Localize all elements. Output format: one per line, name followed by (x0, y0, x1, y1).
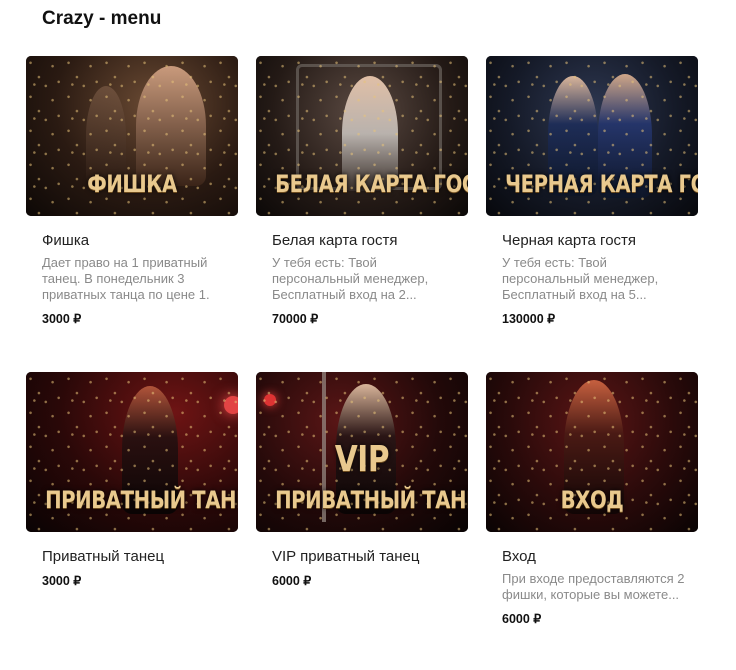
card-price: 70000 ₽ (272, 312, 319, 326)
card-description: Дает право на 1 приватный танец. В понед… (42, 255, 210, 302)
card-image[interactable]: ПРИВАТНЫЙ ТАНЕЦ (26, 372, 238, 532)
card-image-caption-top: VIP (334, 439, 390, 480)
card-image[interactable]: ЧЕРНАЯ КАРТА ГОСТЯ (486, 56, 698, 216)
card-image-caption: ПРИВАТНЫЙ ТАНЕЦ (275, 486, 468, 514)
card-image[interactable]: ФИШКА (26, 56, 238, 216)
page-title: Crazy - menu (42, 8, 162, 29)
card-title[interactable]: Черная карта гостя (486, 232, 698, 249)
card-title[interactable]: Приватный танец (26, 548, 238, 565)
card-image-caption: БЕЛАЯ КАРТА ГОСТЯ (275, 170, 468, 198)
card-description: У тебя есть: Твой персональный менеджер,… (272, 255, 429, 302)
menu-card-private-dance[interactable]: ПРИВАТНЫЙ ТАНЕЦ Приватный танец 3000 ₽ (26, 372, 238, 588)
menu-card-entry[interactable]: ВХОД Вход При входе предоставляются 2 фи… (486, 372, 698, 626)
card-title[interactable]: Белая карта гостя (256, 232, 468, 249)
menu-card-black-card[interactable]: ЧЕРНАЯ КАРТА ГОСТЯ Черная карта гостя У … (486, 56, 698, 326)
card-price: 130000 ₽ (502, 312, 556, 326)
card-image-caption: ЧЕРНАЯ КАРТА ГОСТЯ (505, 170, 698, 198)
card-image[interactable]: VIP ПРИВАТНЫЙ ТАНЕЦ (256, 372, 468, 532)
menu-card-fishka[interactable]: ФИШКА Фишка Дает право на 1 приватный та… (26, 56, 238, 326)
card-price: 6000 ₽ (502, 612, 542, 626)
card-image-caption: ВХОД (560, 486, 624, 514)
card-image-caption: ФИШКА (87, 170, 177, 198)
card-description: У тебя есть: Твой персональный менеджер,… (502, 255, 659, 302)
card-price: 6000 ₽ (272, 574, 312, 588)
card-image[interactable]: ВХОД (486, 372, 698, 532)
card-price: 3000 ₽ (42, 574, 82, 588)
menu-card-vip-private-dance[interactable]: VIP ПРИВАТНЫЙ ТАНЕЦ VIP приватный танец … (256, 372, 468, 588)
card-price: 3000 ₽ (42, 312, 82, 326)
menu-card-white-card[interactable]: БЕЛАЯ КАРТА ГОСТЯ Белая карта гостя У те… (256, 56, 468, 326)
card-image-caption: ПРИВАТНЫЙ ТАНЕЦ (45, 486, 238, 514)
card-title[interactable]: VIP приватный танец (256, 548, 468, 565)
card-description: При входе предоставляются 2 фишки, котор… (502, 571, 685, 602)
card-title[interactable]: Вход (486, 548, 698, 565)
card-image[interactable]: БЕЛАЯ КАРТА ГОСТЯ (256, 56, 468, 216)
card-title[interactable]: Фишка (26, 232, 238, 249)
